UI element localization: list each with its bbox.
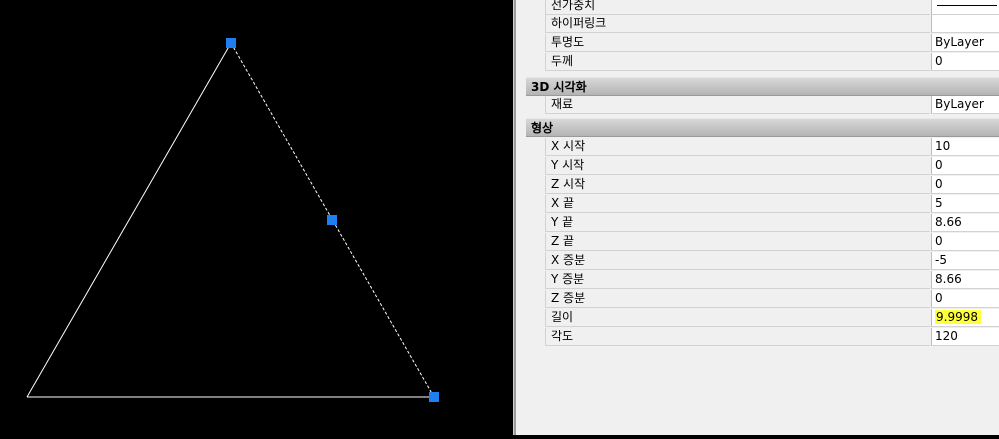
grip-start-point[interactable] [429, 392, 439, 402]
category-3d-visualization[interactable]: 3D 시각화 [526, 77, 999, 96]
property-value-lineweight[interactable] [931, 0, 999, 15]
property-name: X 시작 [545, 138, 930, 156]
grip-mid-point[interactable] [327, 215, 337, 225]
property-row-start-z[interactable]: Z 시작 0 [545, 176, 999, 194]
property-value[interactable]: 10 [931, 138, 999, 156]
property-value[interactable]: 0 [931, 233, 999, 251]
property-name: 투명도 [545, 34, 930, 52]
property-row-lineweight[interactable]: 선가중치 [545, 0, 999, 15]
grip-end-point[interactable] [226, 38, 236, 48]
property-value[interactable]: 120 [931, 328, 999, 346]
property-value[interactable]: ByLayer [931, 96, 999, 114]
property-row-start-x[interactable]: X 시작 10 [545, 138, 999, 156]
property-value[interactable]: 0 [931, 176, 999, 194]
property-row-hyperlink[interactable]: 하이퍼링크 [545, 15, 999, 33]
lineweight-preview [937, 5, 997, 6]
property-name: 두께 [545, 53, 930, 71]
property-row-start-y[interactable]: Y 시작 0 [545, 157, 999, 175]
property-value-length[interactable]: 9.9998 [931, 309, 999, 327]
property-row-end-y[interactable]: Y 끝 8.66 [545, 214, 999, 232]
triangle-drawing[interactable] [0, 0, 513, 435]
property-name: Z 시작 [545, 176, 930, 194]
property-name: 길이 [545, 309, 930, 327]
property-name: 선가중치 [545, 0, 930, 15]
property-row-delta-x[interactable]: X 증분 -5 [545, 252, 999, 270]
property-value[interactable] [931, 15, 999, 33]
property-name: 각도 [545, 328, 930, 346]
property-row-end-z[interactable]: Z 끝 0 [545, 233, 999, 251]
property-value[interactable]: 0 [931, 53, 999, 71]
property-value[interactable]: 5 [931, 195, 999, 213]
property-name: 재료 [545, 96, 930, 114]
property-name: Y 시작 [545, 157, 930, 175]
property-row-angle[interactable]: 각도 120 [545, 328, 999, 346]
property-row-length[interactable]: 길이 9.9998 [545, 309, 999, 327]
property-row-material[interactable]: 재료 ByLayer [545, 96, 999, 114]
category-geometry[interactable]: 형상 [526, 118, 999, 137]
property-row-delta-z[interactable]: Z 증분 0 [545, 290, 999, 308]
property-name: X 증분 [545, 252, 930, 270]
property-name: X 끝 [545, 195, 930, 213]
property-value[interactable]: ByLayer [931, 34, 999, 52]
property-value[interactable]: 0 [931, 290, 999, 308]
property-name: 하이퍼링크 [545, 15, 930, 33]
property-row-end-x[interactable]: X 끝 5 [545, 195, 999, 213]
triangle-left-edge[interactable] [26, 42, 232, 398]
property-name: Y 끝 [545, 214, 930, 232]
property-row-delta-y[interactable]: Y 증분 8.66 [545, 271, 999, 289]
property-row-thickness[interactable]: 두께 0 [545, 53, 999, 71]
highlighted-length-value: 9.9998 [935, 310, 981, 324]
palette-gutter [526, 0, 545, 347]
property-value[interactable]: 8.66 [931, 214, 999, 232]
property-name: Z 끝 [545, 233, 930, 251]
property-value[interactable]: 8.66 [931, 271, 999, 289]
property-value[interactable]: -5 [931, 252, 999, 270]
property-name: Z 증분 [545, 290, 930, 308]
property-row-transparency[interactable]: 투명도 ByLayer [545, 34, 999, 52]
property-name: Y 증분 [545, 271, 930, 289]
drawing-canvas[interactable] [0, 0, 513, 435]
property-value[interactable]: 0 [931, 157, 999, 175]
properties-palette: 선가중치 하이퍼링크 투명도 ByLayer 두께 0 3D 시각화 재료 By… [516, 0, 999, 435]
